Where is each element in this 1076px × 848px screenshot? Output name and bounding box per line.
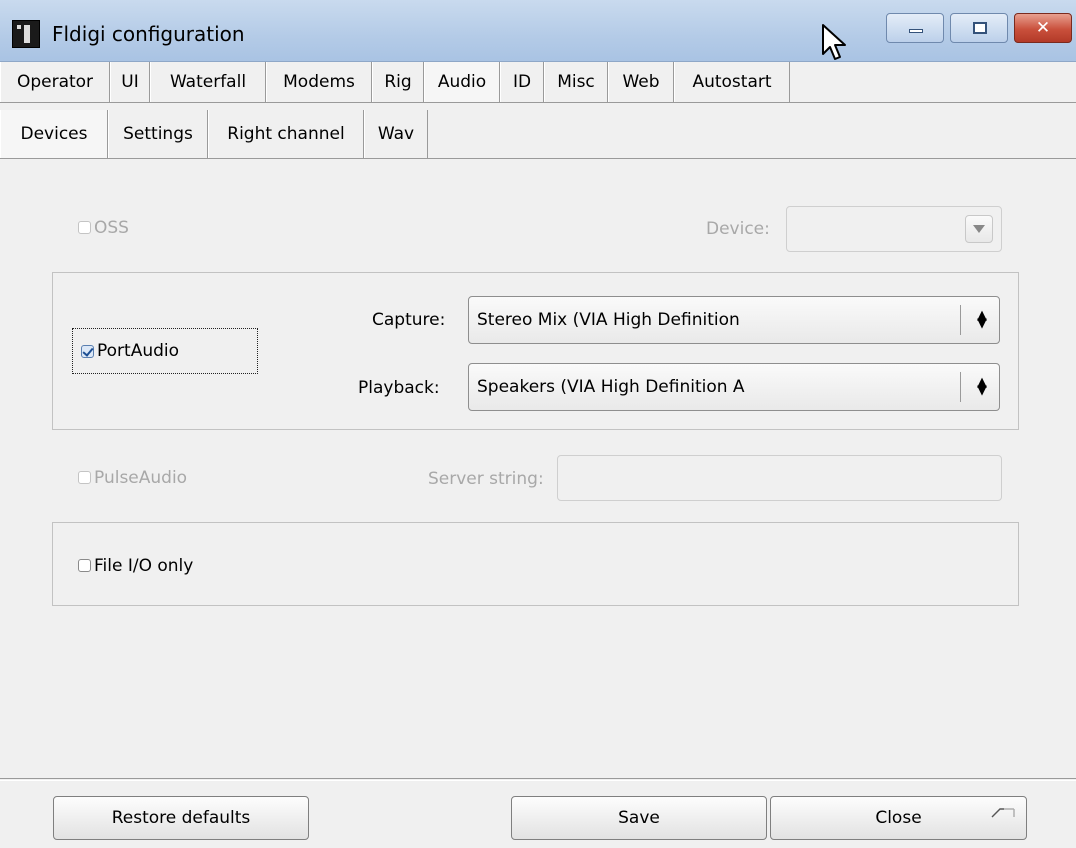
checkbox-box [78,471,91,484]
tab-devices[interactable]: Devices [0,110,108,158]
bottom-divider-highlight [0,780,1076,781]
tab-right-channel[interactable]: Right channel [208,110,364,158]
checkbox-checked [81,344,94,358]
tab-label: ID [512,72,532,92]
return-arrow-icon [991,808,1015,818]
combo-separator [960,372,961,402]
device-label: Device: [706,219,770,239]
oss-label: OSS [94,218,129,238]
tab-label: Modems [283,72,355,92]
maximize-icon [973,22,987,34]
tab-label: Web [622,72,660,92]
tab-label: Devices [20,124,88,144]
tab-autostart[interactable]: Autostart [674,62,790,102]
tab-operator[interactable]: Operator [0,62,110,102]
tab-label: Autostart [692,72,772,92]
tab-audio[interactable]: Audio [424,62,500,102]
tab-waterfall[interactable]: Waterfall [150,62,266,102]
capture-value: Stereo Mix (VIA High Definition [477,310,740,330]
server-string-label: Server string: [428,469,544,489]
tab-divider [0,158,1076,159]
tab-label: Operator [16,72,94,92]
tab-web[interactable]: Web [608,62,674,102]
tab-id[interactable]: ID [500,62,544,102]
capture-label: Capture: [372,310,446,330]
combo-separator [960,305,961,335]
maximize-button[interactable] [950,13,1008,43]
pulseaudio-label: PulseAudio [94,468,188,488]
dropdown-button[interactable] [965,215,993,243]
pulseaudio-checkbox[interactable]: PulseAudio [78,468,187,488]
tab-ui[interactable]: UI [110,62,150,102]
server-string-input[interactable] [557,455,1002,501]
fldigi-app-icon [12,20,40,48]
button-label: Restore defaults [111,808,251,828]
updown-arrows-icon: ▲ ▼ [977,308,987,331]
playback-device-select[interactable]: Speakers (VIA High Definition A ▲ ▼ [468,363,1000,411]
close-button[interactable]: Close [770,796,1027,840]
mouse-cursor-icon [822,24,846,60]
close-window-button[interactable]: ✕ [1014,13,1072,43]
minimize-icon [909,29,923,33]
audio-sub-tab-bar: Devices Settings Right channel Wav [0,110,1076,158]
button-label: Save [618,808,660,828]
window-title: Fldigi configuration [52,22,245,46]
tab-misc[interactable]: Misc [544,62,608,102]
tab-wav[interactable]: Wav [364,110,428,158]
tab-label: Audio [437,72,487,92]
file-io-label: File I/O only [94,556,194,576]
checkbox-box [78,221,91,234]
oss-checkbox[interactable]: OSS [78,218,129,238]
title-bar[interactable]: Fldigi configuration ✕ [0,0,1076,62]
file-io-only-checkbox[interactable]: File I/O only [78,556,193,576]
oss-device-select[interactable] [786,206,1002,252]
chevron-down-icon [973,225,985,233]
tab-label: Settings [123,124,193,144]
close-icon: ✕ [1035,18,1051,38]
save-button[interactable]: Save [511,796,767,840]
tab-rig[interactable]: Rig [372,62,424,102]
tab-label: Rig [384,72,412,92]
playback-value: Speakers (VIA High Definition A [477,377,745,397]
portaudio-checkbox[interactable]: PortAudio [72,328,258,374]
portaudio-label: PortAudio [97,341,180,361]
checkbox-box [78,559,91,572]
main-tab-bar: Operator UI Waterfall Modems Rig Audio I… [0,62,1076,103]
tab-label: Wav [377,124,415,144]
tab-settings[interactable]: Settings [108,110,208,158]
restore-defaults-button[interactable]: Restore defaults [53,796,309,840]
tab-modems[interactable]: Modems [266,62,372,102]
file-io-group [52,522,1019,606]
bottom-divider [0,778,1076,779]
tab-label: Waterfall [169,72,247,92]
tab-label: Right channel [227,124,345,144]
capture-device-select[interactable]: Stereo Mix (VIA High Definition ▲ ▼ [468,296,1000,344]
minimize-button[interactable] [886,13,944,43]
tab-label: UI [121,72,139,92]
button-label: Close [875,808,922,828]
tab-label: Misc [557,72,595,92]
updown-arrows-icon: ▲ ▼ [977,375,987,398]
playback-label: Playback: [358,378,440,398]
